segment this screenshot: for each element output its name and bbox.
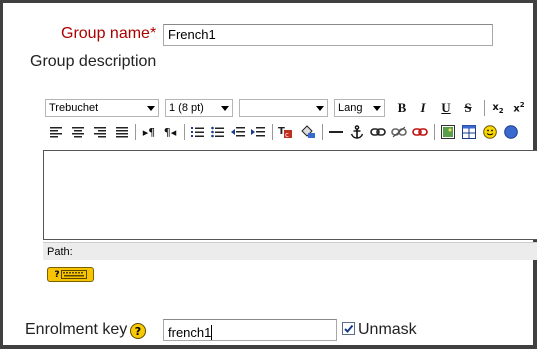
text-color-button[interactable]: Tc [277, 123, 295, 141]
toolbar-separator [484, 100, 485, 116]
font-family-select[interactable]: Trebuchet [45, 99, 159, 117]
font-size-select[interactable]: 1 (8 pt) [165, 99, 233, 117]
superscript-icon: x2 [513, 101, 525, 115]
unordered-list-icon [211, 126, 224, 138]
insert-link-button[interactable] [369, 123, 387, 141]
subscript-icon: x2 [492, 101, 504, 115]
ltr-button[interactable]: ▸¶ [140, 123, 158, 141]
chevron-down-icon [147, 106, 155, 111]
horizontal-rule-button[interactable] [327, 123, 345, 141]
subscript-button[interactable]: x2 [489, 99, 507, 117]
insert-table-button[interactable] [460, 123, 478, 141]
ordered-list-icon [191, 127, 204, 137]
enrolment-key-input[interactable]: french1 [163, 319, 337, 341]
text-color-icon: Tc [278, 126, 292, 139]
group-name-label-text: Group name [61, 25, 150, 42]
ordered-list-button[interactable] [189, 123, 207, 141]
strikethrough-icon: S [464, 100, 472, 115]
svg-text:T: T [278, 126, 285, 137]
group-name-input[interactable]: French1 [163, 24, 493, 46]
italic-button[interactable]: I [414, 99, 432, 117]
editor-toolbar-row-2: ▸¶ ¶◂ Tc [43, 121, 537, 143]
toolbar-separator [184, 124, 185, 140]
smiley-icon [483, 125, 497, 139]
font-size-value: 1 (8 pt) [169, 102, 204, 114]
editor-toolbar-row-1: Trebuchet 1 (8 pt) Lang B I U S x2 x2 [43, 97, 537, 119]
horizontal-rule-icon [329, 131, 343, 133]
help-question-mark: ? [54, 269, 60, 280]
chevron-down-icon [373, 106, 381, 111]
chevron-down-icon [221, 106, 229, 111]
unmask-label: Unmask [358, 321, 417, 338]
svg-text:c: c [285, 131, 289, 139]
insert-smiley-button[interactable] [481, 123, 499, 141]
background-color-button[interactable] [299, 123, 317, 141]
rtl-icon: ¶◂ [163, 125, 177, 139]
keyboard-help-button[interactable]: ? [47, 267, 94, 282]
nolink-icon [412, 128, 428, 136]
paragraph-style-select[interactable] [239, 99, 328, 117]
insert-image-button[interactable] [439, 123, 457, 141]
group-name-label: Group name* [61, 25, 156, 43]
language-select[interactable]: Lang [334, 99, 385, 117]
justify-button[interactable] [113, 123, 131, 141]
align-center-icon [72, 127, 84, 138]
special-character-icon [504, 125, 518, 139]
indent-icon [251, 127, 265, 137]
text-caret [211, 325, 213, 340]
paint-bucket-icon [301, 125, 315, 138]
bold-icon: B [397, 100, 407, 115]
outdent-button[interactable] [229, 123, 247, 141]
align-left-button[interactable] [47, 123, 65, 141]
question-mark-icon: ? [134, 324, 142, 338]
toolbar-separator [434, 124, 435, 140]
font-family-value: Trebuchet [49, 102, 99, 114]
language-value: Lang [338, 102, 363, 114]
toolbar-separator [135, 124, 136, 140]
anchor-button[interactable] [348, 123, 366, 141]
editor-content-area[interactable] [43, 150, 537, 240]
prevent-autolink-button[interactable] [411, 123, 429, 141]
path-label: Path: [47, 246, 73, 258]
anchor-icon [350, 125, 364, 139]
toolbar-separator [272, 124, 273, 140]
align-center-button[interactable] [69, 123, 87, 141]
justify-icon [116, 127, 128, 138]
align-right-icon [94, 127, 106, 138]
unmask-checkbox[interactable] [342, 322, 355, 335]
html-editor: Trebuchet 1 (8 pt) Lang B I U S x2 x2 ▸¶… [43, 97, 537, 262]
underline-icon: U [441, 100, 451, 115]
required-mark: * [149, 25, 157, 42]
enrolment-key-value: french1 [168, 325, 212, 340]
link-icon [370, 128, 386, 136]
group-description-label: Group description [30, 53, 157, 70]
toolbar-separator [322, 124, 323, 140]
keyboard-icon [60, 270, 87, 279]
chevron-down-icon [316, 106, 324, 111]
outdent-icon [231, 127, 245, 137]
insert-special-character-button[interactable] [502, 123, 520, 141]
strikethrough-button[interactable]: S [459, 99, 477, 117]
rtl-button[interactable]: ¶◂ [161, 123, 179, 141]
underline-button[interactable]: U [437, 99, 455, 117]
checkmark-icon [344, 324, 354, 333]
editor-path-bar: Path: [43, 242, 537, 260]
help-icon[interactable]: ? [130, 323, 146, 339]
image-icon [441, 125, 455, 139]
table-icon [462, 125, 476, 139]
enrolment-key-label: Enrolment key [25, 321, 128, 338]
bold-button[interactable]: B [393, 99, 411, 117]
align-left-icon [50, 127, 62, 138]
ltr-icon: ▸¶ [142, 125, 156, 139]
italic-icon: I [420, 100, 426, 115]
superscript-button[interactable]: x2 [510, 99, 528, 117]
indent-button[interactable] [249, 123, 267, 141]
unlink-button[interactable] [390, 123, 408, 141]
unlink-icon [391, 126, 407, 138]
align-right-button[interactable] [91, 123, 109, 141]
unordered-list-button[interactable] [209, 123, 227, 141]
